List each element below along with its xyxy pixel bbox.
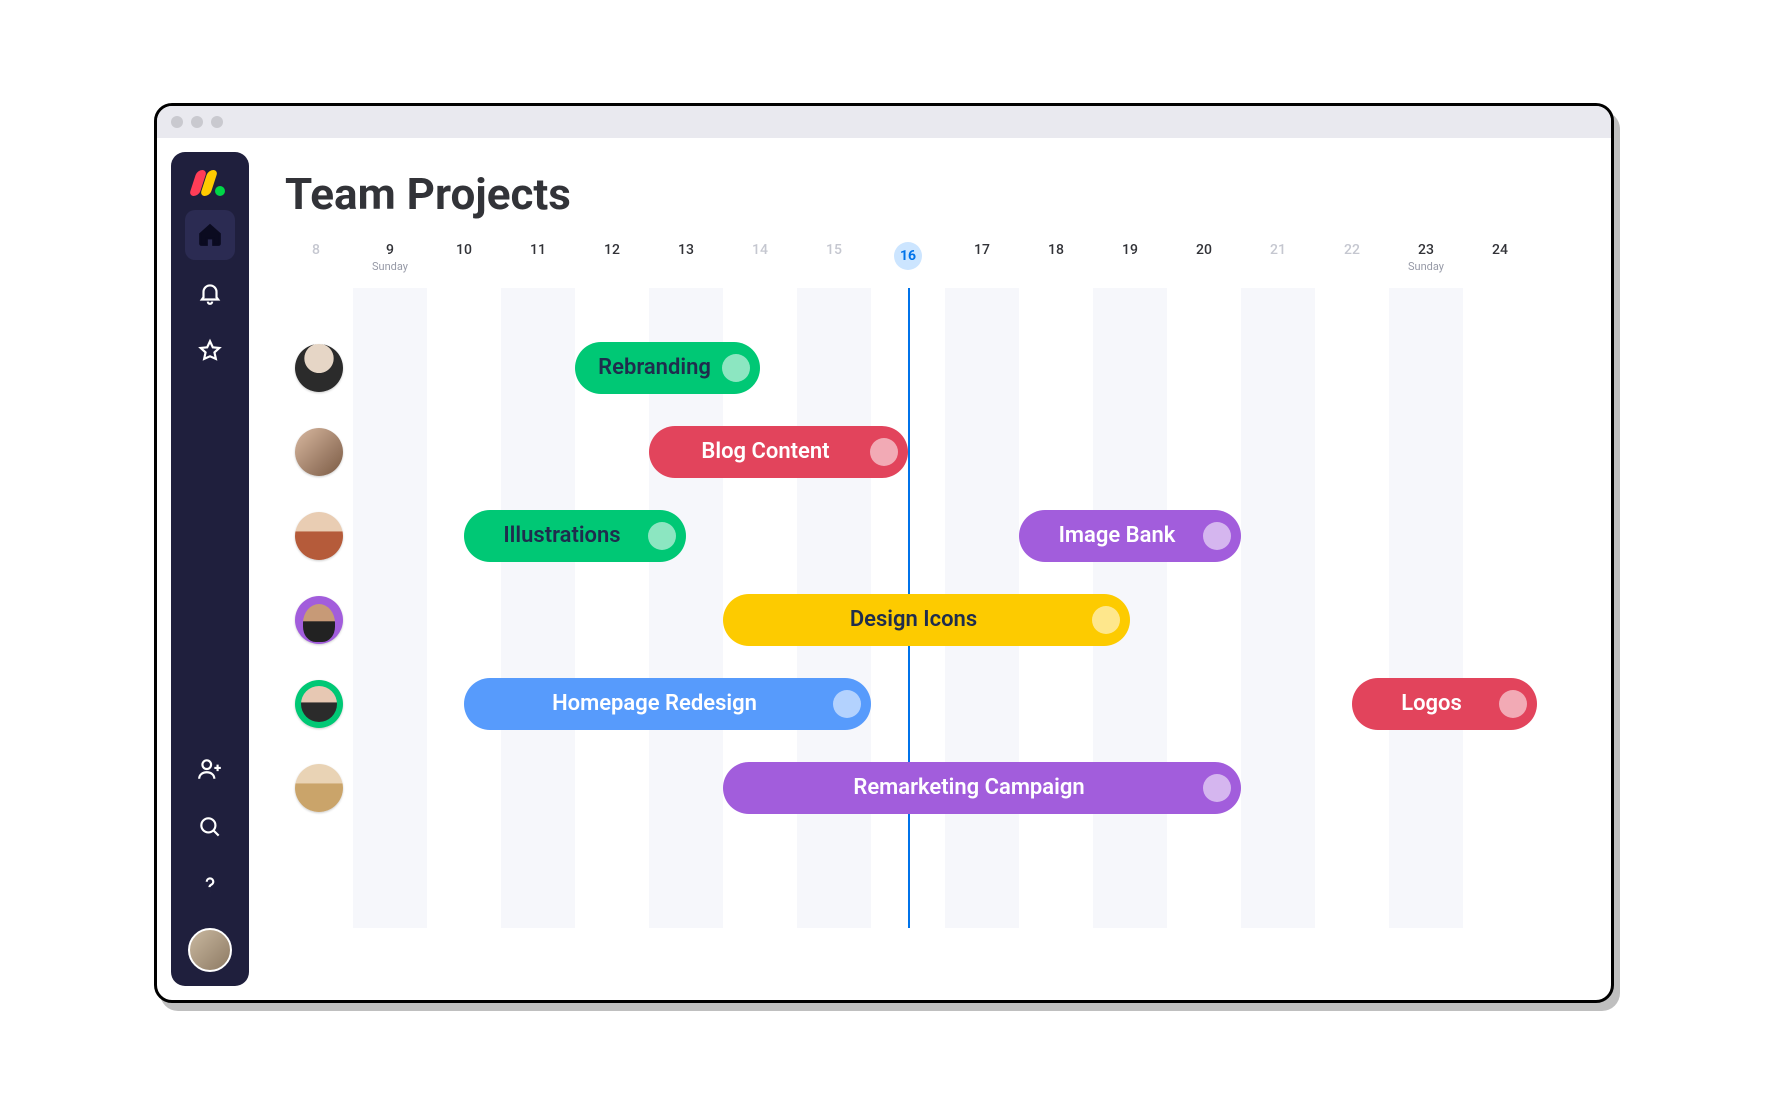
date-number: 23	[1389, 242, 1463, 258]
task-label: Rebranding	[598, 355, 711, 380]
nav-home[interactable]	[185, 210, 235, 260]
date-8[interactable]: 8	[279, 238, 353, 288]
current-user-avatar[interactable]	[188, 928, 232, 972]
window-titlebar	[157, 106, 1611, 138]
date-15[interactable]: 15	[797, 238, 871, 288]
date-number: 11	[501, 242, 575, 258]
date-21[interactable]: 21	[1241, 238, 1315, 288]
traffic-max-icon[interactable]	[211, 116, 223, 128]
task-bar[interactable]: Rebranding	[575, 342, 760, 394]
date-17[interactable]: 17	[945, 238, 1019, 288]
timeline-row	[279, 422, 1587, 482]
task-bar[interactable]: Blog Content	[649, 426, 908, 478]
date-20[interactable]: 20	[1167, 238, 1241, 288]
date-number: 14	[723, 242, 797, 258]
sidebar	[171, 152, 249, 986]
task-label: Design Icons	[850, 607, 977, 632]
date-11[interactable]: 11	[501, 238, 575, 288]
date-number: 20	[1167, 242, 1241, 258]
date-number: 16	[894, 242, 922, 270]
task-handle-icon[interactable]	[870, 438, 898, 466]
home-icon	[197, 222, 223, 248]
task-bar[interactable]: Remarketing Campaign	[723, 762, 1241, 814]
date-number: 8	[279, 242, 353, 258]
task-label: Blog Content	[701, 439, 829, 464]
date-14[interactable]: 14	[723, 238, 797, 288]
task-label: Image Bank	[1059, 523, 1176, 548]
task-bar[interactable]: Design Icons	[723, 594, 1130, 646]
date-number: 24	[1463, 242, 1537, 258]
date-dayname: Sunday	[353, 260, 427, 273]
timeline-header: 89Sunday1011121314151617181920212223Sund…	[279, 238, 1587, 288]
date-12[interactable]: 12	[575, 238, 649, 288]
date-22[interactable]: 22	[1315, 238, 1389, 288]
help-icon	[197, 872, 223, 898]
row-avatar[interactable]	[295, 428, 343, 476]
task-handle-icon[interactable]	[722, 354, 750, 382]
date-16[interactable]: 16	[871, 238, 945, 288]
user-plus-icon	[197, 756, 223, 782]
date-number: 17	[945, 242, 1019, 258]
timeline-rows: Rebranding Blog Content Illustrations Image…	[279, 288, 1587, 928]
traffic-close-icon[interactable]	[171, 116, 183, 128]
nav-help[interactable]	[185, 860, 235, 910]
search-icon	[197, 814, 223, 840]
nav-notifications[interactable]	[185, 268, 235, 318]
task-handle-icon[interactable]	[1203, 774, 1231, 802]
date-number: 18	[1019, 242, 1093, 258]
date-number: 12	[575, 242, 649, 258]
task-handle-icon[interactable]	[1203, 522, 1231, 550]
task-handle-icon[interactable]	[1499, 690, 1527, 718]
task-bar[interactable]: Logos	[1352, 678, 1537, 730]
nav-invite[interactable]	[185, 744, 235, 794]
app-window: Team Projects 89Sunday101112131415161718…	[154, 103, 1614, 1003]
date-23[interactable]: 23 Sunday	[1389, 238, 1463, 288]
nav-search[interactable]	[185, 802, 235, 852]
row-avatar[interactable]	[295, 512, 343, 560]
row-avatar[interactable]	[295, 344, 343, 392]
date-19[interactable]: 19	[1093, 238, 1167, 288]
bell-icon	[197, 280, 223, 306]
date-number: 10	[427, 242, 501, 258]
timeline-row	[279, 338, 1587, 398]
row-avatar[interactable]	[295, 680, 343, 728]
app-body: Team Projects 89Sunday101112131415161718…	[157, 138, 1611, 1000]
date-10[interactable]: 10	[427, 238, 501, 288]
task-handle-icon[interactable]	[1092, 606, 1120, 634]
task-bar[interactable]: Image Bank	[1019, 510, 1241, 562]
task-bar[interactable]: Illustrations	[464, 510, 686, 562]
date-24[interactable]: 24	[1463, 238, 1537, 288]
task-label: Logos	[1401, 691, 1462, 716]
timeline-body: Rebranding Blog Content Illustrations Image…	[279, 288, 1587, 928]
traffic-min-icon[interactable]	[191, 116, 203, 128]
app-logo-icon	[193, 170, 227, 196]
date-number: 9	[353, 242, 427, 258]
date-9[interactable]: 9 Sunday	[353, 238, 427, 288]
date-13[interactable]: 13	[649, 238, 723, 288]
star-icon	[197, 338, 223, 364]
row-avatar[interactable]	[295, 764, 343, 812]
date-number: 19	[1093, 242, 1167, 258]
main-content: Team Projects 89Sunday101112131415161718…	[249, 138, 1611, 1000]
row-avatar[interactable]	[295, 596, 343, 644]
date-18[interactable]: 18	[1019, 238, 1093, 288]
task-label: Homepage Redesign	[552, 691, 757, 716]
timeline: 89Sunday1011121314151617181920212223Sund…	[279, 238, 1587, 1000]
date-dayname: Sunday	[1389, 260, 1463, 273]
task-handle-icon[interactable]	[833, 690, 861, 718]
task-bar[interactable]: Homepage Redesign	[464, 678, 871, 730]
date-number: 13	[649, 242, 723, 258]
date-number: 22	[1315, 242, 1389, 258]
date-number: 21	[1241, 242, 1315, 258]
task-label: Remarketing Campaign	[853, 775, 1084, 800]
task-label: Illustrations	[503, 523, 620, 548]
date-number: 15	[797, 242, 871, 258]
page-title: Team Projects	[285, 168, 1587, 220]
nav-favorites[interactable]	[185, 326, 235, 376]
task-handle-icon[interactable]	[648, 522, 676, 550]
